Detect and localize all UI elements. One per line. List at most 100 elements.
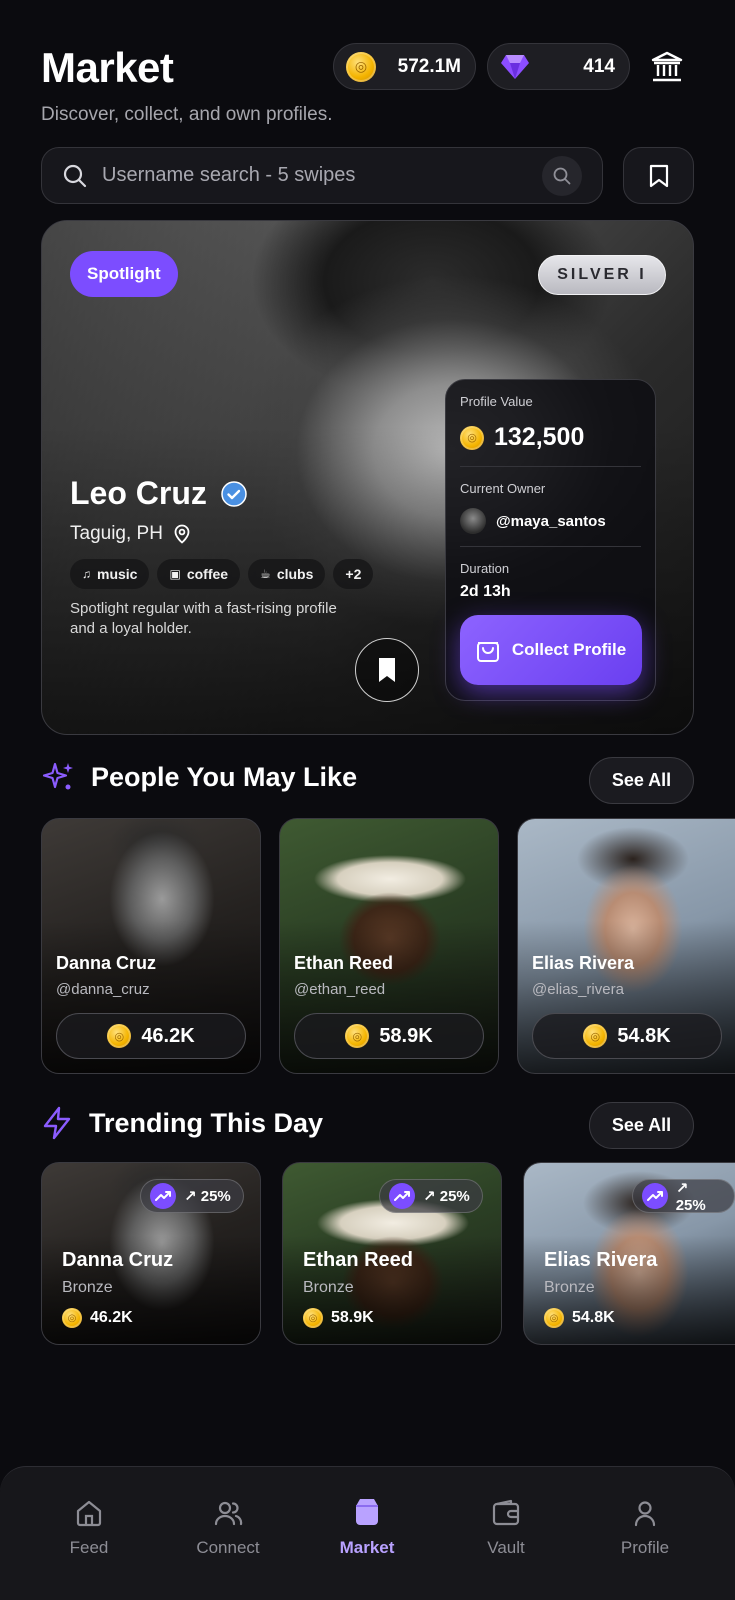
spotlight-bookmark-button[interactable] bbox=[355, 638, 419, 702]
nav-item-connect[interactable]: Connect bbox=[173, 1498, 283, 1558]
bookmark-icon bbox=[379, 658, 395, 682]
gem-icon bbox=[501, 54, 529, 79]
trending-card[interactable]: ↗ 25% Danna Cruz Bronze ◎ 46.2K bbox=[41, 1162, 261, 1345]
person-card[interactable]: Danna Cruz @danna_cruz ◎ 46.2K bbox=[41, 818, 261, 1074]
camera-icon: ▣ bbox=[169, 567, 181, 581]
duration-label: Duration bbox=[460, 561, 510, 576]
tier-badge: SILVER I bbox=[538, 255, 666, 295]
saved-bookmarks-button[interactable] bbox=[623, 147, 694, 204]
spotlight-location: Taguig, PH bbox=[70, 523, 191, 545]
nav-item-market[interactable]: Market bbox=[312, 1496, 422, 1558]
lightning-icon bbox=[43, 1106, 71, 1140]
search-icon bbox=[63, 164, 87, 187]
trend-change: ↗ 25% bbox=[184, 1188, 231, 1205]
spotlight-description: Spotlight regular with a fast-rising pro… bbox=[70, 600, 337, 637]
bank-icon[interactable] bbox=[650, 50, 684, 84]
spotlight-card[interactable]: Spotlight SILVER I Leo Cruz Taguig, PH ♫… bbox=[41, 220, 694, 735]
current-owner-row[interactable]: @maya_santos bbox=[460, 508, 641, 534]
spotlight-name-text: Leo Cruz bbox=[70, 475, 207, 511]
profile-value: 132,500 bbox=[494, 423, 585, 451]
trending-tier: Bronze bbox=[544, 1279, 595, 1296]
trending-tier: Bronze bbox=[303, 1279, 354, 1296]
person-card[interactable]: Elias Rivera @elias_rivera ◎ 54.8K bbox=[517, 818, 735, 1074]
collect-profile-button[interactable]: Collect Profile bbox=[460, 615, 642, 685]
coin-icon: ◎ bbox=[303, 1308, 323, 1328]
user-icon bbox=[634, 1501, 656, 1527]
nav-label: Market bbox=[339, 1538, 395, 1557]
coin-icon: ◎ bbox=[345, 1024, 370, 1048]
profile-value-row: ◎ 132,500 bbox=[460, 423, 641, 452]
trending-section-title: Trending This Day bbox=[89, 1107, 324, 1138]
trending-name: Ethan Reed bbox=[303, 1249, 414, 1271]
tag-clubs[interactable]: ☕ clubs bbox=[248, 559, 326, 589]
person-handle: @elias_rivera bbox=[532, 981, 624, 998]
spotlight-location-text: Taguig, PH bbox=[70, 523, 163, 544]
nav-item-profile[interactable]: Profile bbox=[590, 1498, 700, 1558]
profile-value-panel: Profile Value ◎ 132,500 Current Owner @m… bbox=[445, 379, 656, 701]
search-input[interactable] bbox=[102, 164, 542, 187]
current-owner-label: Current Owner bbox=[460, 481, 546, 496]
current-owner-handle[interactable]: @maya_santos bbox=[496, 513, 606, 530]
coin-icon: ◎ bbox=[583, 1024, 608, 1048]
tag-music[interactable]: ♫ music bbox=[70, 559, 150, 589]
gem-balance-value: 414 bbox=[583, 55, 615, 77]
trend-change-badge: ↗ 25% bbox=[632, 1179, 735, 1214]
person-name: Ethan Reed bbox=[294, 953, 394, 973]
trending-section-header: Trending This Day bbox=[41, 1106, 323, 1140]
spotlight-name: Leo Cruz bbox=[70, 475, 247, 512]
profile-value-label: Profile Value bbox=[460, 394, 533, 409]
market-icon bbox=[356, 1499, 378, 1525]
trending-card[interactable]: ↗ 25% Ethan Reed Bronze ◎ 58.9K bbox=[282, 1162, 502, 1345]
person-price: 58.9K bbox=[379, 1024, 433, 1047]
trending-name: Elias Rivera bbox=[544, 1249, 658, 1271]
coin-icon: ◎ bbox=[460, 425, 484, 450]
trending-price: 54.8K bbox=[572, 1309, 615, 1326]
people-see-all-button[interactable]: See All bbox=[589, 757, 694, 804]
coin-icon: ◎ bbox=[62, 1308, 82, 1328]
sparkles-icon bbox=[42, 762, 73, 790]
trending-price: 58.9K bbox=[331, 1309, 374, 1326]
music-icon: ♫ bbox=[82, 567, 91, 581]
gem-balance[interactable]: 414 bbox=[487, 43, 630, 90]
coin-balance-value: 572.1M bbox=[397, 55, 461, 77]
nav-item-feed[interactable]: Feed bbox=[34, 1498, 144, 1558]
trending-up-icon bbox=[642, 1183, 668, 1209]
person-card[interactable]: Ethan Reed @ethan_reed ◎ 58.9K bbox=[279, 818, 499, 1074]
coin-balance[interactable]: ◎ 572.1M bbox=[333, 43, 476, 90]
trending-price-row: ◎ 58.9K bbox=[303, 1308, 374, 1328]
person-price-button[interactable]: ◎ 58.9K bbox=[294, 1013, 484, 1059]
divider bbox=[460, 546, 641, 547]
users-icon bbox=[214, 1501, 243, 1526]
nav-label: Vault bbox=[487, 1538, 525, 1557]
people-section-header: People You May Like bbox=[41, 760, 357, 794]
person-handle: @ethan_reed bbox=[294, 981, 386, 998]
trending-price-row: ◎ 54.8K bbox=[544, 1308, 615, 1328]
divider bbox=[460, 466, 641, 467]
person-name: Danna Cruz bbox=[56, 953, 157, 973]
location-pin-icon bbox=[174, 524, 190, 544]
nav-label: Feed bbox=[69, 1538, 109, 1557]
owner-avatar bbox=[460, 508, 486, 534]
trending-card[interactable]: ↗ 25% Elias Rivera Bronze ◎ 54.8K bbox=[523, 1162, 735, 1345]
trend-change-badge: ↗ 25% bbox=[140, 1179, 244, 1213]
bookmark-icon bbox=[649, 164, 668, 187]
duration-value: 2d 13h bbox=[460, 583, 511, 600]
search-submit-button[interactable] bbox=[542, 155, 582, 196]
trend-change: ↗ 25% bbox=[675, 1179, 706, 1214]
tag-more[interactable]: +2 bbox=[333, 559, 374, 589]
search-bar[interactable] bbox=[41, 147, 603, 204]
nav-label: Connect bbox=[196, 1538, 260, 1557]
wallet-icon bbox=[492, 1499, 520, 1526]
tag-coffee[interactable]: ▣ coffee bbox=[157, 559, 241, 589]
person-price-button[interactable]: ◎ 54.8K bbox=[532, 1013, 722, 1059]
trending-tier: Bronze bbox=[62, 1279, 113, 1296]
person-price: 54.8K bbox=[617, 1024, 671, 1047]
trending-see-all-button[interactable]: See All bbox=[589, 1102, 694, 1149]
coin-icon: ◎ bbox=[346, 51, 376, 82]
spotlight-badge: Spotlight bbox=[70, 251, 178, 297]
trending-price: 46.2K bbox=[90, 1309, 133, 1326]
coin-icon: ◎ bbox=[107, 1024, 132, 1048]
nav-item-vault[interactable]: Vault bbox=[451, 1498, 561, 1558]
person-price-button[interactable]: ◎ 46.2K bbox=[56, 1013, 246, 1059]
tag-label: coffee bbox=[186, 566, 229, 582]
